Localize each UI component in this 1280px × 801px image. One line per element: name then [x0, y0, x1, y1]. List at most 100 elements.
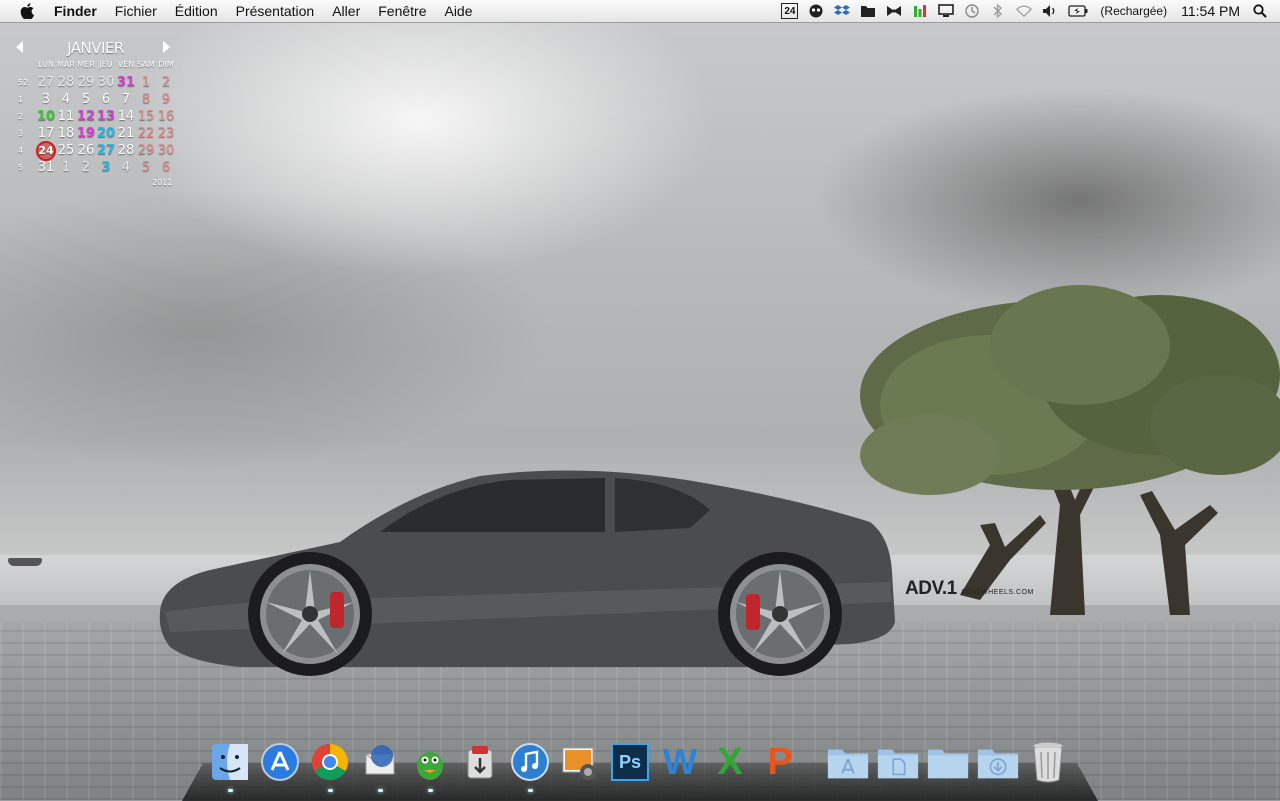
dock-excel[interactable]: X	[708, 738, 752, 786]
calendar-day[interactable]: 3	[96, 160, 116, 175]
calendar-day[interactable]: 7	[116, 92, 136, 107]
calendar-day[interactable]: 31	[36, 160, 56, 175]
bow-tie-icon[interactable]	[886, 3, 902, 19]
dock-downloads-stack[interactable]	[976, 738, 1020, 786]
calendar-day[interactable]: 30	[96, 75, 116, 90]
dock-itunes[interactable]	[508, 738, 552, 792]
dock-thunderbird[interactable]	[358, 738, 402, 792]
calendar-day[interactable]: 10	[36, 109, 56, 124]
dock-trash[interactable]	[1026, 738, 1070, 786]
running-indicator	[228, 789, 233, 792]
calendar-day[interactable]: 22	[136, 126, 156, 141]
calendar-day[interactable]: 21	[116, 126, 136, 141]
adv1-url: ADV1WHEELS.COM	[960, 589, 1034, 596]
dock-iphoto[interactable]	[558, 738, 602, 786]
menu-fenetre[interactable]: Fenêtre	[369, 0, 435, 22]
tree	[860, 285, 1280, 615]
calendar-day[interactable]: 14	[116, 109, 136, 124]
calendar-day[interactable]: 28	[56, 75, 76, 90]
calendar-day[interactable]: 2	[76, 160, 96, 175]
photoshop-label: Ps	[618, 751, 642, 772]
calendar-day[interactable]: 15	[136, 109, 156, 124]
calendar-day[interactable]: 12	[76, 109, 96, 124]
calendar-day[interactable]: 16	[156, 109, 176, 124]
calendar-day[interactable]: 17	[36, 126, 56, 141]
weekday-label: SAM	[137, 60, 155, 69]
calendar-next-icon[interactable]	[160, 40, 172, 54]
calendar-day[interactable]: 26	[76, 143, 96, 158]
calendar-day[interactable]: 6	[156, 160, 176, 175]
calendar-day[interactable]: 27	[96, 143, 116, 158]
menu-clock[interactable]: 11:54 PM	[1174, 0, 1247, 22]
calendar-day[interactable]: 13	[96, 109, 116, 124]
calendar-day[interactable]: 25	[56, 143, 76, 158]
calendar-day[interactable]: 9	[156, 92, 176, 107]
volume-icon[interactable]	[1042, 3, 1058, 19]
dropbox-icon[interactable]	[834, 3, 851, 19]
menu-finder[interactable]: Finder	[54, 0, 106, 22]
calendar-day[interactable]: 4	[56, 92, 76, 107]
weekday-label: LUN	[38, 60, 54, 69]
dock-applications-stack[interactable]	[826, 738, 870, 786]
calendar-day[interactable]: 3	[36, 92, 56, 107]
time-machine-icon[interactable]	[964, 3, 980, 19]
weekday-label: VEN	[117, 60, 135, 69]
menu-aller[interactable]: Aller	[323, 0, 369, 22]
calendar-day[interactable]: 5	[136, 160, 156, 175]
calendar-day[interactable]: 5	[76, 92, 96, 107]
calendar-day[interactable]: 2	[156, 75, 176, 90]
desktop-wallpaper: ADV.1 ADV1WHEELS.COM	[0, 0, 1280, 800]
calendar-day[interactable]: 29	[76, 75, 96, 90]
ical-badge-date: 24	[784, 5, 796, 17]
dock-app-store[interactable]	[258, 738, 302, 786]
activity-meter-icon[interactable]	[912, 3, 928, 19]
dock-documents-stack[interactable]	[876, 738, 920, 786]
calendar-day[interactable]: 6	[96, 92, 116, 107]
growl-icon[interactable]	[808, 3, 824, 19]
wifi-icon[interactable]	[1016, 3, 1033, 19]
spotlight-search-icon[interactable]	[1252, 3, 1268, 19]
calendar-day[interactable]: 28	[116, 143, 136, 158]
iphoto-icon	[562, 747, 596, 780]
calendar-day[interactable]: 31	[116, 75, 136, 90]
dock-adium[interactable]	[408, 738, 452, 792]
dock-transmission[interactable]	[458, 738, 502, 786]
menu-presentation[interactable]: Présentation	[227, 0, 324, 22]
dock-word[interactable]: W	[658, 738, 702, 786]
calendar-day[interactable]: 27	[36, 75, 56, 90]
menu-fichier[interactable]: Fichier	[106, 0, 166, 22]
bluetooth-icon[interactable]	[990, 3, 1006, 19]
calendar-day[interactable]: 1	[136, 75, 156, 90]
calendar-day[interactable]: 8	[136, 92, 156, 107]
calendar-prev-icon[interactable]	[14, 40, 26, 54]
calendar-day[interactable]: 30	[156, 143, 176, 158]
battery-icon[interactable]	[1068, 3, 1088, 19]
calendar-day[interactable]: 11	[56, 109, 76, 124]
menu-edition[interactable]: Édition	[166, 0, 227, 22]
dock-chrome[interactable]	[308, 738, 352, 792]
calendar-day[interactable]: 29	[136, 143, 156, 158]
dock-folder-stack[interactable]	[926, 738, 970, 786]
adv1-logo: ADV.1	[905, 578, 957, 599]
folder-status-icon[interactable]	[860, 3, 876, 19]
calendar-day[interactable]: 20	[96, 126, 116, 141]
menu-aide[interactable]: Aide	[435, 0, 481, 22]
dock-finder[interactable]	[208, 738, 252, 792]
calendar-day[interactable]: 19	[76, 126, 96, 141]
weekday-label: MER	[77, 60, 95, 69]
calendar-day[interactable]: 4	[116, 160, 136, 175]
dock-powerpoint[interactable]: P	[758, 738, 802, 786]
battery-status-text[interactable]: (Rechargée)	[1093, 0, 1174, 22]
week-number: 2	[18, 112, 24, 121]
calendar-day[interactable]: 18	[56, 126, 76, 141]
chrome-icon	[311, 744, 349, 781]
dock-photoshop[interactable]: Ps	[608, 738, 652, 786]
display-icon[interactable]	[938, 3, 955, 19]
calendar-day[interactable]: 1	[56, 160, 76, 175]
calendar-week-row: 5 31 1 2 3 4 5 6	[18, 159, 176, 176]
apple-menu-icon[interactable]	[18, 0, 36, 22]
calendar-day-today[interactable]: 24	[36, 140, 56, 161]
ical-badge-icon[interactable]: 24	[781, 3, 799, 19]
powerpoint-icon: P	[767, 741, 792, 784]
calendar-day[interactable]: 23	[156, 126, 176, 141]
